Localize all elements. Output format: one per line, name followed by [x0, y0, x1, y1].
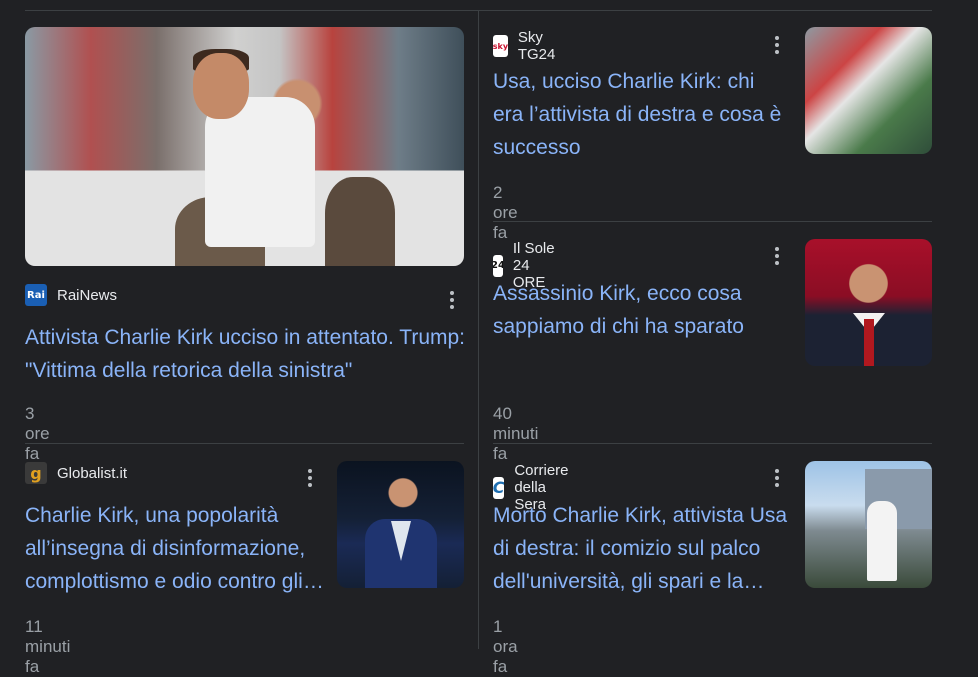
globalist-logo-icon: g — [25, 462, 47, 484]
row-divider — [25, 443, 464, 444]
column-divider — [478, 10, 479, 649]
ilsole24ore-logo-icon: 24 — [493, 254, 503, 277]
article-title[interactable]: Charlie Kirk, una popolarità all’insegna… — [25, 499, 325, 598]
timestamp: 2 ore fa — [493, 183, 518, 242]
article-thumbnail[interactable] — [805, 461, 932, 588]
timestamp: 40 minuti fa — [493, 404, 539, 463]
row-divider — [493, 443, 932, 444]
article-image[interactable] — [25, 27, 464, 266]
article-title[interactable]: Attivista Charlie Kirk ucciso in attenta… — [25, 321, 465, 387]
row-divider — [493, 221, 932, 222]
rainews-logo-icon: Rai — [25, 284, 47, 306]
article-title[interactable]: Morto Charlie Kirk, attivista Usa di des… — [493, 499, 788, 598]
article-title[interactable]: Assassinio Kirk, ecco cosa sappiamo di c… — [493, 277, 788, 343]
timestamp: 3 ore fa — [25, 404, 50, 463]
article-thumbnail[interactable] — [805, 27, 932, 154]
source-name: Sky TG24 — [517, 29, 556, 63]
corriere-logo-icon: C — [493, 476, 505, 499]
more-options-icon[interactable] — [446, 289, 458, 311]
more-options-icon[interactable] — [771, 245, 783, 267]
article-thumbnail[interactable] — [337, 461, 464, 588]
skytg24-logo-icon: sky — [493, 35, 508, 57]
source-name: Globalist.it — [57, 464, 128, 482]
more-options-icon[interactable] — [771, 34, 783, 56]
more-options-icon[interactable] — [771, 467, 783, 489]
timestamp: 1 ora fa — [493, 617, 518, 676]
source-name: RaiNews — [57, 286, 118, 304]
article-thumbnail[interactable] — [805, 239, 932, 366]
timestamp: 11 minuti fa — [25, 617, 71, 676]
more-options-icon[interactable] — [304, 467, 316, 489]
article-title[interactable]: Usa, ucciso Charlie Kirk: chi era l’atti… — [493, 65, 788, 164]
